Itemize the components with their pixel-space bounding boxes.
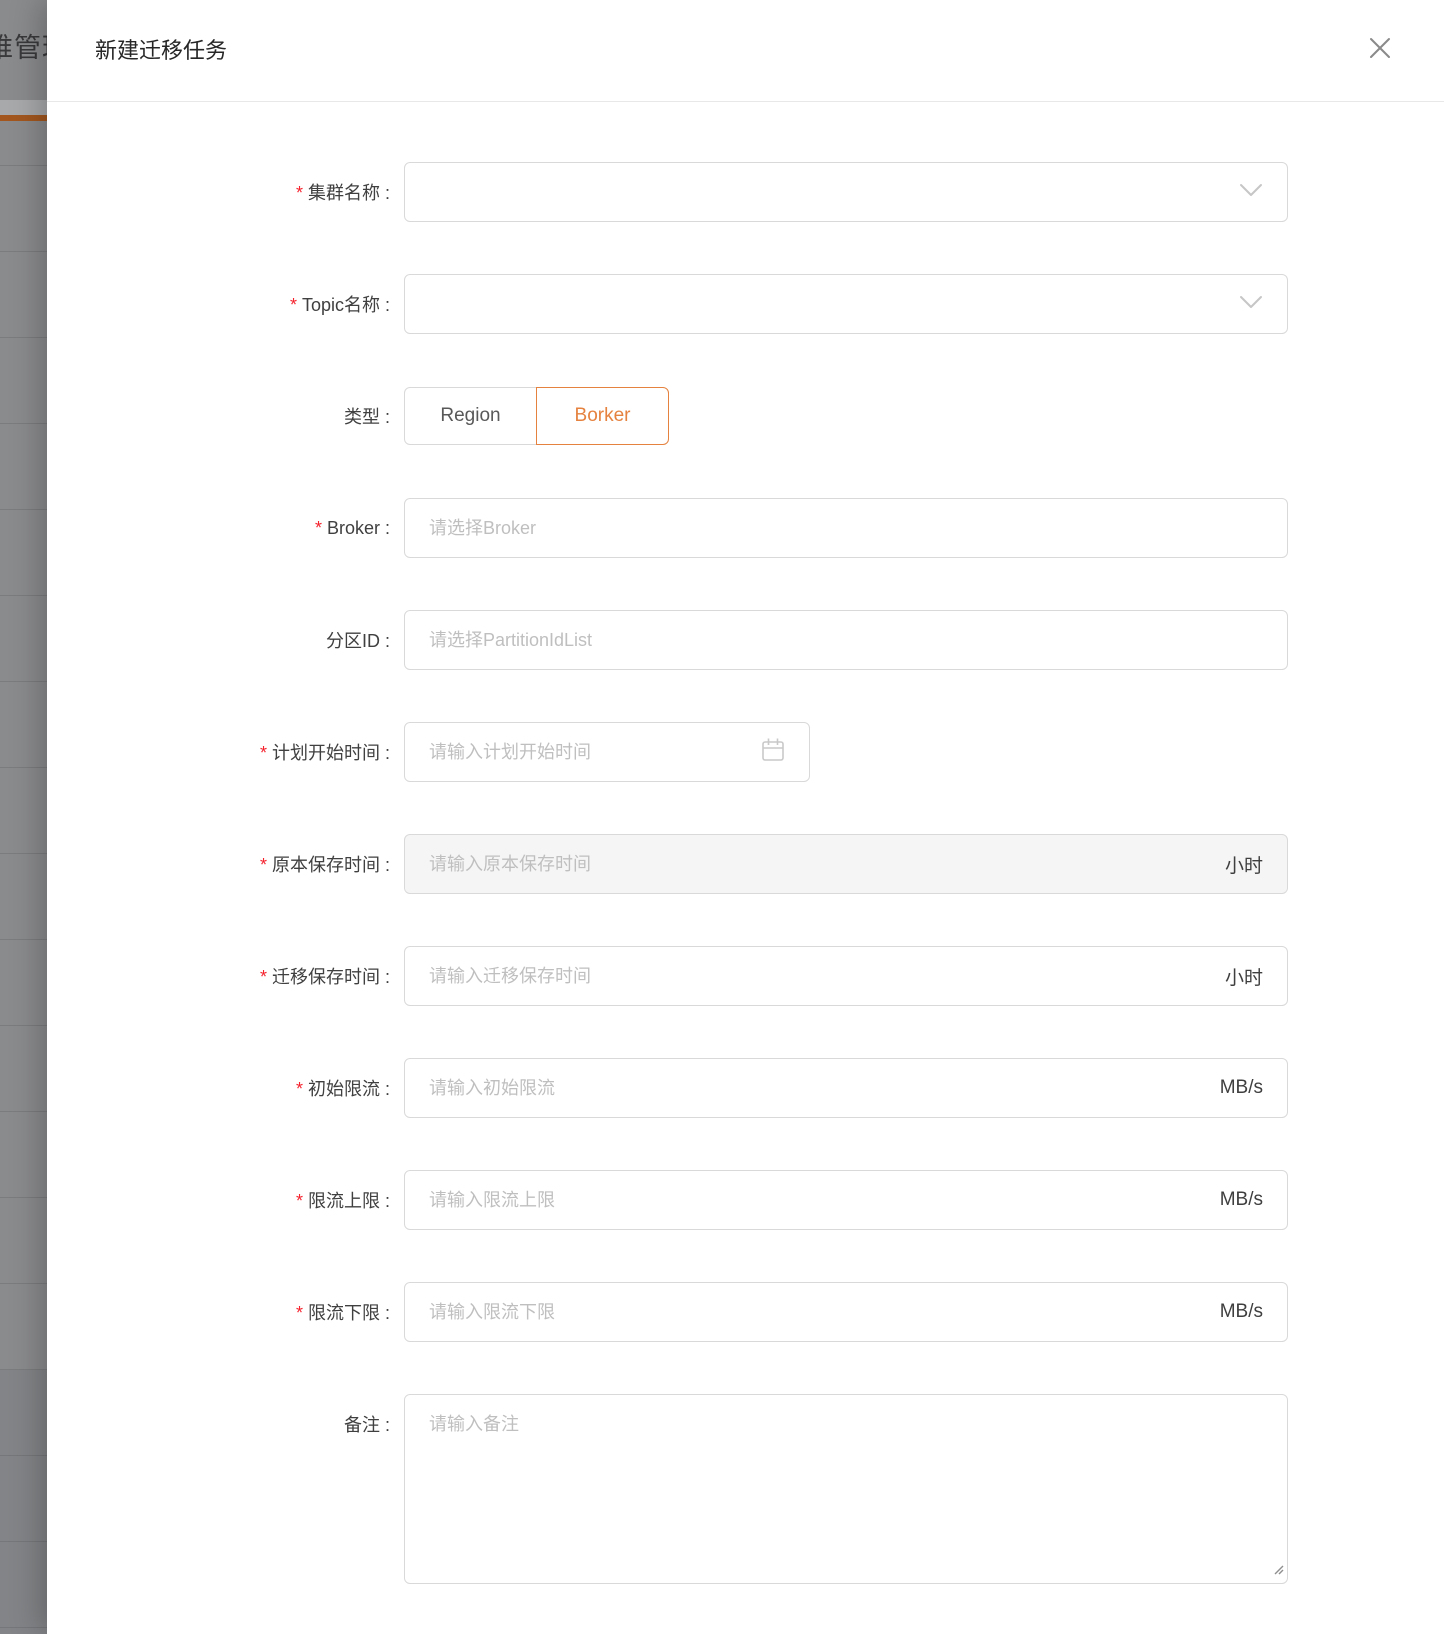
required-asterisk: * <box>290 295 297 315</box>
required-asterisk: * <box>260 855 267 875</box>
migration-retention-label: *迁移保存时间 : <box>47 963 404 989</box>
cluster-name-select-value[interactable] <box>429 182 1229 203</box>
partition-id-select[interactable] <box>404 610 1288 670</box>
required-asterisk: * <box>296 1191 303 1211</box>
throttle-lower-input[interactable] <box>429 1302 1208 1323</box>
initial-throttle-field[interactable]: MB/s <box>404 1058 1288 1118</box>
backdrop-tab-bar <box>0 100 47 115</box>
initial-throttle-label: *初始限流 : <box>47 1075 404 1101</box>
throttle-lower-label: *限流下限 : <box>47 1299 404 1325</box>
modal-header: 新建迁移任务 <box>47 0 1444 102</box>
throttle-upper-field[interactable]: MB/s <box>404 1170 1288 1230</box>
form-row-cluster-name: *集群名称 : <box>47 162 1444 222</box>
calendar-icon[interactable] <box>761 737 785 768</box>
form-row-throttle-lower: *限流下限 : MB/s <box>47 1282 1444 1342</box>
remark-label: 备注 : <box>47 1394 404 1437</box>
type-label: 类型 : <box>47 403 404 429</box>
close-icon[interactable] <box>1356 24 1404 72</box>
hours-unit-suffix: 小时 <box>1225 963 1263 990</box>
cluster-name-select[interactable] <box>404 162 1288 222</box>
form-row-remark: 备注 : <box>47 1394 1444 1584</box>
required-asterisk: * <box>296 1079 303 1099</box>
migration-retention-field[interactable]: 小时 <box>404 946 1288 1006</box>
throttle-upper-label: *限流上限 : <box>47 1187 404 1213</box>
mbs-unit-suffix: MB/s <box>1220 1077 1263 1099</box>
chevron-down-icon <box>1239 183 1263 202</box>
broker-label: *Broker : <box>47 518 404 539</box>
form-row-broker: *Broker : <box>47 498 1444 558</box>
original-retention-label: *原本保存时间 : <box>47 851 404 877</box>
form-row-throttle-upper: *限流上限 : MB/s <box>47 1170 1444 1230</box>
form-row-initial-throttle: *初始限流 : MB/s <box>47 1058 1444 1118</box>
backdrop-accent-bar <box>0 115 47 121</box>
form-row-plan-start-time: *计划开始时间 : <box>47 722 1444 782</box>
topic-name-label: *Topic名称 : <box>47 291 404 317</box>
broker-input[interactable] <box>429 518 1263 539</box>
chevron-down-icon <box>1239 295 1263 314</box>
form-row-original-retention: *原本保存时间 : 小时 <box>47 834 1444 894</box>
remark-textarea[interactable] <box>405 1395 1287 1583</box>
hours-unit-suffix: 小时 <box>1225 851 1263 878</box>
type-option-borker[interactable]: Borker <box>536 387 669 445</box>
remark-textarea-box[interactable] <box>404 1394 1288 1584</box>
original-retention-input[interactable] <box>429 854 1213 875</box>
throttle-upper-input[interactable] <box>429 1190 1208 1211</box>
backdrop-table-footer <box>0 1370 47 1634</box>
original-retention-field[interactable]: 小时 <box>404 834 1288 894</box>
plan-start-time-input[interactable] <box>429 742 751 763</box>
throttle-lower-field[interactable]: MB/s <box>404 1282 1288 1342</box>
topic-name-select[interactable] <box>404 274 1288 334</box>
broker-select[interactable] <box>404 498 1288 558</box>
required-asterisk: * <box>260 743 267 763</box>
create-migration-task-modal: 新建迁移任务 *集群名称 : <box>47 0 1444 1634</box>
required-asterisk: * <box>315 518 322 538</box>
type-option-region[interactable]: Region <box>404 387 537 445</box>
required-asterisk: * <box>296 183 303 203</box>
migration-retention-input[interactable] <box>429 966 1213 987</box>
form-row-type: 类型 : Region Borker <box>47 386 1444 446</box>
screen: 维管理 新建迁移任务 *集群名称 : <box>0 0 1444 1634</box>
topic-name-select-value[interactable] <box>429 294 1229 315</box>
partition-id-input[interactable] <box>429 630 1263 651</box>
cluster-name-label: *集群名称 : <box>47 179 404 205</box>
form-row-topic-name: *Topic名称 : <box>47 274 1444 334</box>
form-row-partition-id: 分区ID : <box>47 610 1444 670</box>
dimmed-page-backdrop: 维管理 <box>0 0 47 1634</box>
mbs-unit-suffix: MB/s <box>1220 1189 1263 1211</box>
resize-handle-icon[interactable] <box>1272 1562 1284 1580</box>
initial-throttle-input[interactable] <box>429 1078 1208 1099</box>
migration-task-form: *集群名称 : *Topic名称 : <box>47 102 1444 1634</box>
type-radio-group: Region Borker <box>404 387 669 445</box>
required-asterisk: * <box>260 967 267 987</box>
mbs-unit-suffix: MB/s <box>1220 1301 1263 1323</box>
partition-id-label: 分区ID : <box>47 627 404 653</box>
backdrop-page-title-fragment: 维管理 <box>0 26 47 65</box>
plan-start-time-picker[interactable] <box>404 722 810 782</box>
required-asterisk: * <box>296 1303 303 1323</box>
form-row-migration-retention: *迁移保存时间 : 小时 <box>47 946 1444 1006</box>
plan-start-time-label: *计划开始时间 : <box>47 739 404 765</box>
modal-title: 新建迁移任务 <box>95 33 227 65</box>
